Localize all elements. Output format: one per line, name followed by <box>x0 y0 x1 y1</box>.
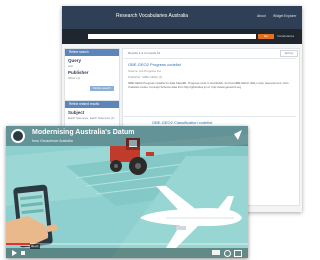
fullscreen-icon[interactable] <box>234 250 242 257</box>
results-divider <box>124 116 296 117</box>
subject-value[interactable]: Earth Sciences, Earth Sciences (1) <box>68 116 115 120</box>
refine-search-button[interactable]: Refine search <box>90 86 114 91</box>
publisher-value[interactable]: Other (1) <box>68 76 80 80</box>
results-divider <box>124 58 296 59</box>
volume-icon[interactable] <box>21 251 25 255</box>
video-title[interactable]: Modernising Australia's Datum <box>32 129 135 136</box>
video-player[interactable] <box>6 126 248 258</box>
video-illustration <box>6 126 248 258</box>
result-meta-1a: Source: GA Progress list <box>128 69 161 73</box>
settings-icon[interactable] <box>224 250 231 257</box>
result-title-2[interactable]: GBE-GEO2 Classification codelist <box>152 120 212 125</box>
subject-label: Subject <box>68 110 85 115</box>
nav-about-link[interactable]: About <box>257 14 266 18</box>
site-title[interactable]: Research Vocabularies Australia <box>62 13 242 19</box>
publisher-label: Publisher <box>68 70 89 75</box>
result-meta-1b: Publisher: GBE-GEO2 (1) <box>128 75 163 79</box>
refine-search-header: Refine search <box>65 49 119 56</box>
video-progress-fill <box>6 243 31 245</box>
sort-dropdown[interactable]: Sort by <box>280 50 298 57</box>
refine-search-panel: Refine search <box>64 48 120 102</box>
result-desc-1: GBE-GEO2 Progress codelist for data Clas… <box>128 81 289 89</box>
hd-icon[interactable] <box>212 250 220 255</box>
refine-related-header: Refine related results <box>65 101 119 108</box>
video-channel[interactable]: from Geoscience Australia <box>32 139 73 143</box>
search-button[interactable]: Go <box>258 34 274 39</box>
nav-widget-explorer-link[interactable]: Widget Explorer <box>273 14 296 18</box>
result-title-1[interactable]: GBE-GEO2 Progress codelist <box>128 62 181 67</box>
query-value[interactable]: test <box>68 64 73 68</box>
play-icon[interactable] <box>12 250 17 256</box>
query-label: Query <box>68 58 82 63</box>
video-progress-track[interactable] <box>6 243 248 245</box>
results-count: Results 1-3 of results 61 <box>128 51 161 55</box>
search-option-vocabularies[interactable]: Vocabularies <box>277 34 299 39</box>
search-input[interactable] <box>88 34 256 39</box>
